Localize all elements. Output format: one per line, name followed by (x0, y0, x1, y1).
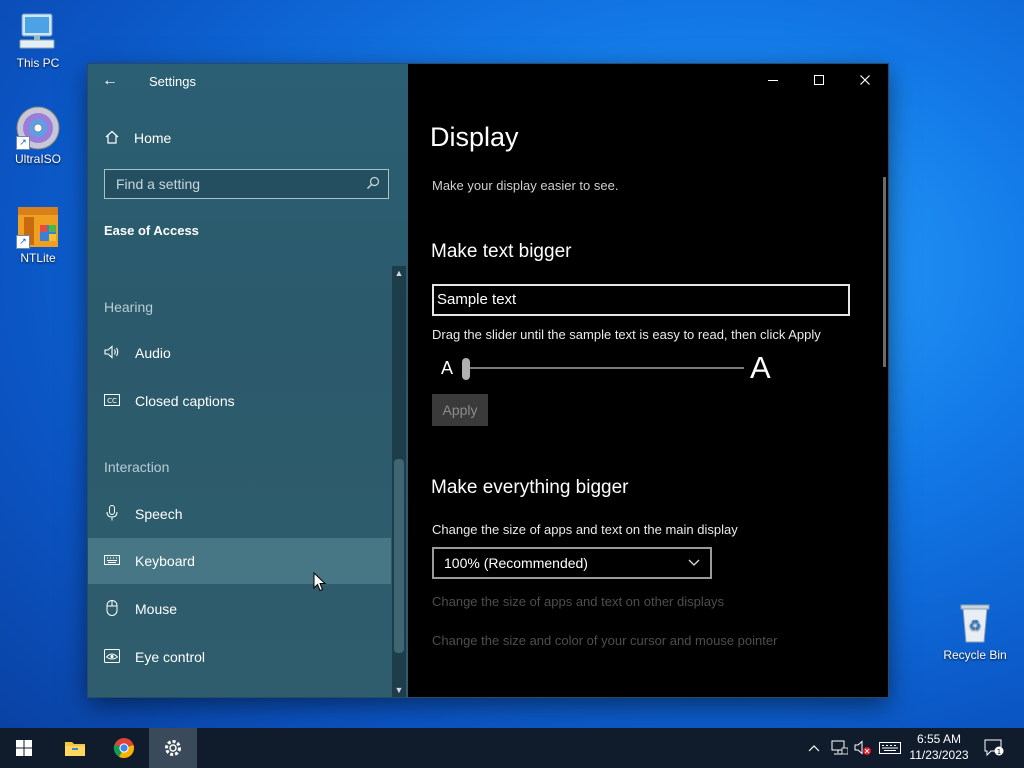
sidebar-item-label: Audio (135, 345, 171, 361)
sidebar-item-keyboard[interactable]: Keyboard (88, 538, 391, 584)
svg-text:1: 1 (997, 748, 1001, 756)
sidebar-item-eye-control[interactable]: Eye control (88, 634, 391, 680)
close-icon (860, 75, 870, 85)
slider-thumb[interactable] (462, 358, 470, 380)
computer-icon (16, 10, 60, 54)
start-button[interactable] (0, 728, 48, 768)
page-description: Make your display easier to see. (432, 178, 619, 193)
category-title: Ease of Access (104, 223, 199, 238)
sidebar-item-label: Closed captions (135, 393, 235, 409)
chrome-icon (113, 738, 134, 759)
window-title: Settings (149, 74, 196, 89)
tray-keyboard[interactable] (877, 728, 903, 768)
scale-dropdown-value: 100% (Recommended) (444, 555, 588, 571)
settings-window: ← Settings Home Ease of Access Hearing A… (88, 64, 888, 697)
disc-icon: ↗ (16, 106, 60, 150)
search-icon[interactable] (366, 176, 382, 192)
desktop-icon-ntlite[interactable]: ↗ NTLite (6, 205, 70, 265)
search-input[interactable] (105, 170, 371, 198)
clock-date: 11/23/2023 (909, 748, 969, 762)
sidebar-item-label: Speech (135, 506, 183, 522)
mouse-cursor-icon (313, 572, 327, 592)
arrow-left-icon: ← (102, 72, 118, 89)
tray-volume[interactable] (852, 728, 874, 768)
maximize-icon (814, 75, 824, 85)
apply-button[interactable]: Apply (432, 394, 488, 426)
cursor-size-link[interactable]: Change the size and color of your cursor… (432, 633, 777, 648)
section-heading-interaction: Interaction (104, 459, 170, 475)
shortcut-arrow-icon: ↗ (16, 235, 30, 249)
display-settings-page: Display Make your display easier to see.… (408, 64, 888, 697)
chevron-down-icon (688, 549, 700, 587)
search-box[interactable] (104, 169, 389, 199)
section-heading-hearing: Hearing (104, 299, 154, 315)
sidebar-item-audio[interactable]: Audio (88, 330, 391, 376)
taskbar-file-explorer[interactable] (51, 728, 99, 768)
recycle-bin-icon: ♻ (953, 602, 997, 646)
taskbar-chrome[interactable] (100, 728, 148, 768)
cc-icon: CC (104, 393, 120, 409)
title-bar[interactable]: ← Settings (88, 64, 408, 98)
scale-dropdown[interactable]: 100% (Recommended) (432, 547, 712, 579)
chevron-up-icon (808, 745, 820, 752)
action-center-button[interactable]: 1 (980, 728, 1008, 768)
scale-label: Change the size of apps and text on the … (432, 522, 738, 537)
everything-bigger-heading: Make everything bigger (431, 477, 629, 498)
shortcut-arrow-icon: ↗ (16, 136, 30, 150)
minimize-icon (768, 80, 778, 81)
text-bigger-heading: Make text bigger (431, 241, 572, 262)
settings-sidebar: ← Settings Home Ease of Access Hearing A… (88, 64, 408, 697)
home-nav-item[interactable]: Home (104, 128, 171, 148)
other-displays-link[interactable]: Change the size of apps and text on othe… (432, 594, 724, 609)
sidebar-item-closed-captions[interactable]: CC Closed captions (88, 378, 391, 424)
eye-icon (104, 648, 120, 666)
touch-keyboard-icon (879, 742, 901, 754)
sidebar-item-speech[interactable]: Speech (88, 491, 391, 537)
text-size-slider[interactable]: A A (432, 350, 771, 386)
home-label: Home (134, 130, 172, 146)
keyboard-icon (104, 554, 120, 568)
volume-muted-icon (854, 740, 871, 755)
taskbar: 6:55 AM 11/23/2023 1 (0, 728, 1024, 768)
maximize-button[interactable] (796, 64, 842, 98)
sidebar-item-label: Eye control (135, 649, 206, 665)
sidebar-item-mouse[interactable]: Mouse (88, 586, 391, 632)
notifications-icon: 1 (984, 739, 1004, 757)
scroll-up-icon[interactable]: ▲ (392, 266, 406, 280)
big-a-label: A (750, 350, 771, 385)
mouse-icon (104, 599, 120, 619)
taskbar-clock[interactable]: 6:55 AM 11/23/2023 (906, 731, 972, 763)
slider-track[interactable] (466, 367, 744, 369)
desktop-icon-ultraiso[interactable]: ↗ UltraISO (6, 106, 70, 166)
sidebar-item-label: Mouse (135, 601, 178, 617)
svg-text:CC: CC (107, 397, 117, 405)
taskbar-settings[interactable] (149, 728, 197, 768)
main-scrollbar[interactable] (883, 177, 886, 367)
desktop-icon-this-pc[interactable]: This PC (6, 10, 70, 70)
minimize-button[interactable] (750, 64, 796, 98)
sidebar-scrollbar[interactable]: ▲ ▼ (392, 266, 406, 697)
start-icon (16, 740, 32, 756)
tray-overflow[interactable] (804, 728, 824, 768)
microphone-icon (104, 504, 120, 524)
tray-network[interactable] (828, 728, 850, 768)
ntlite-icon: ↗ (16, 205, 60, 249)
home-icon (104, 130, 120, 147)
sample-text-preview: Sample text (432, 284, 850, 316)
back-button[interactable]: ← (102, 72, 120, 90)
settings-icon (165, 740, 181, 756)
sidebar-item-label: Keyboard (135, 553, 195, 569)
small-a-label: A (441, 358, 454, 378)
scroll-down-icon[interactable]: ▼ (392, 683, 406, 697)
network-icon (831, 740, 848, 755)
slider-hint: Drag the slider until the sample text is… (432, 327, 821, 342)
page-title: Display (430, 122, 519, 152)
svg-text:♻: ♻ (969, 618, 982, 634)
desktop-icon-recycle-bin[interactable]: ♻ Recycle Bin (941, 602, 1009, 662)
file-explorer-icon (65, 742, 85, 756)
clock-time: 6:55 AM (916, 732, 962, 746)
speaker-icon (104, 344, 120, 362)
scrollbar-thumb[interactable] (394, 459, 404, 653)
close-button[interactable] (842, 64, 888, 98)
